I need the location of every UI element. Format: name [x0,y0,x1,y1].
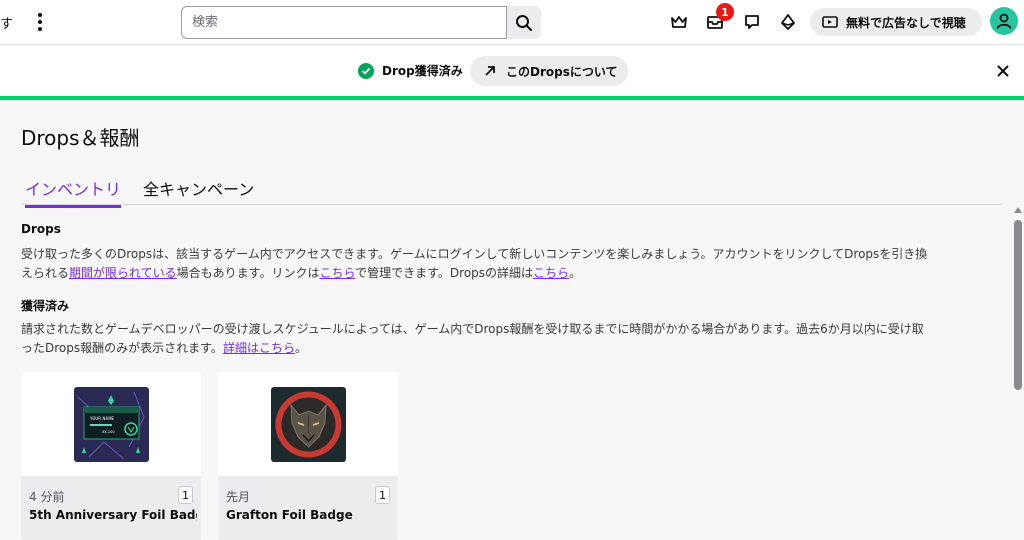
nav-truncated-text[interactable]: す [0,13,13,32]
whispers-button[interactable] [741,11,763,33]
drop-status: Drop獲得済み [358,62,463,79]
ad-free-icon [822,16,838,28]
tab-inventory[interactable]: インベントリ [25,176,122,208]
tab-all-campaigns[interactable]: 全キャンペーン [143,176,254,204]
user-avatar[interactable] [990,7,1018,35]
page-scrollbar[interactable] [1012,205,1024,540]
card-time: 4 分前 [29,490,65,504]
about-drops-button[interactable]: このDropsについて [470,56,628,86]
wolf-badge-image [270,386,346,462]
search-button[interactable] [507,6,541,39]
crown-icon [671,16,687,28]
card-name: 5th Anniversary Foil Badg [29,508,197,522]
search-bar [181,6,541,39]
card-time: 先月 [226,490,251,504]
notification-badge: 1 [716,3,734,21]
anniversary-badge-image: YOUR NAME XX-100 [73,386,149,462]
close-icon [997,65,1009,77]
card-name: Grafton Foil Badge [226,508,353,522]
search-input[interactable] [181,6,507,39]
drop-card[interactable]: YOUR NAME XX-100 4 分前 1 5th Anniversary … [21,372,201,540]
banner-progress-line [0,96,1024,100]
drops-section-title: Drops [21,222,61,236]
chat-bubble-icon [745,15,759,29]
card-count-badge: 1 [178,486,193,504]
svg-text:XX-100: XX-100 [102,430,115,434]
scrollbar-thumb[interactable] [1014,220,1022,390]
top-nav: す 1 [0,0,1024,45]
learn-more-link[interactable]: 詳細はこちら [223,341,295,355]
drop-status-label: Drop獲得済み [382,64,463,78]
ad-free-label: 無料で広告なしで視聴 [846,15,966,30]
claimed-description: 請求された数とゲームデベロッパーの受け渡しスケジュールによっては、ゲーム内でDr… [21,322,924,355]
limited-time-link[interactable]: 期間が限られている [69,266,177,280]
drop-banner: Drop獲得済み このDropsについて [0,46,1024,96]
close-banner-button[interactable] [994,62,1012,80]
arrow-up-right-icon [485,66,495,76]
card-count-badge: 1 [375,486,390,504]
page-title: Drops＆報酬 [21,126,140,150]
user-icon [996,13,1012,29]
tab-bar: インベントリ 全キャンペーン [21,172,1003,208]
drop-card[interactable]: 先月 1 Grafton Foil Badge [218,372,398,540]
check-circle-icon [358,62,374,79]
ad-free-button[interactable]: 無料で広告なしで視聴 [810,8,982,36]
svg-text:YOUR NAME: YOUR NAME [89,416,115,421]
drops-details-link[interactable]: こちら [533,266,569,280]
manage-links-link[interactable]: こちら [319,266,355,280]
drops-description: 受け取った多くのDropsは、該当するゲーム内でアクセスできます。ゲームにログイ… [21,247,928,280]
scroll-up-arrow-icon[interactable] [1014,207,1022,213]
bits-button[interactable] [777,11,799,33]
more-options-icon[interactable] [30,10,50,34]
bits-gem-icon [781,14,795,30]
prime-crown-button[interactable] [668,11,690,33]
about-drops-label: このDropsについて [506,64,618,79]
claimed-section-title: 獲得済み [21,299,70,313]
search-icon [516,14,532,31]
